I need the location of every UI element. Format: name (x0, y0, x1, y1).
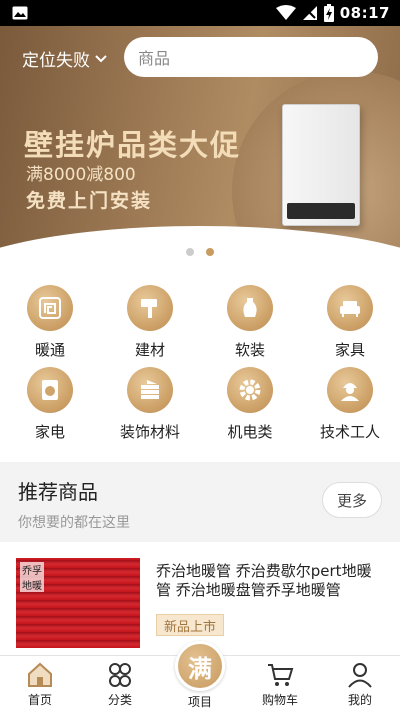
wifi-icon (275, 5, 296, 20)
recommend-section-header: 推荐商品 你想要的都在这里 更多 (0, 462, 400, 542)
heating-icon (27, 285, 73, 331)
tab-label: 首页 (27, 693, 52, 707)
category-building-materials[interactable]: 建材 (105, 285, 195, 360)
category-label: 装饰材料 (119, 423, 180, 441)
gear-icon (227, 367, 273, 413)
category-label: 机电类 (227, 423, 273, 441)
tab-cart[interactable]: 购物车 (240, 662, 320, 708)
app-screen: 08:17 壁挂炉品类大促 满8000减800 免费上门安装 定位失败 商品 暖… (0, 0, 400, 711)
status-bar: 08:17 (0, 0, 400, 26)
product-image-text: 乔孚 地暖 (20, 562, 44, 592)
tab-label: 分类 (107, 693, 132, 707)
search-placeholder: 商品 (138, 49, 171, 68)
category-label: 软装 (234, 341, 265, 359)
category-label: 家电 (34, 423, 65, 441)
vase-icon (227, 285, 273, 331)
carousel-dot[interactable] (186, 248, 194, 256)
tab-label: 购物车 (261, 693, 298, 707)
tab-label: 项目 (187, 695, 212, 709)
banner-promo: 满8000减800 (26, 165, 136, 185)
location-selector[interactable]: 定位失败 (22, 46, 108, 71)
carousel-dot-active[interactable] (206, 248, 214, 256)
clock: 08:17 (339, 4, 390, 22)
carousel-indicator (186, 248, 214, 256)
category-soft-decor[interactable]: 软装 (205, 285, 295, 360)
boiler-image (282, 104, 360, 226)
home-icon (28, 662, 52, 687)
no-signal-icon (302, 6, 317, 20)
category-icon (109, 663, 131, 687)
category-label: 暖通 (34, 341, 65, 359)
tab-project[interactable]: 项目 (160, 690, 240, 710)
tab-home[interactable]: 首页 (0, 662, 80, 708)
banner-headline: 壁挂炉品类大促 (24, 128, 242, 162)
search-input[interactable]: 商品 (124, 37, 378, 77)
category-grid: 暖通 建材 软装 家具 家电 装饰材料 机电类 技术工人 (0, 260, 400, 462)
tab-label: 我的 (347, 693, 372, 707)
category-label: 建材 (134, 341, 165, 359)
paint-brush-icon (127, 285, 173, 331)
category-technicians[interactable]: 技术工人 (305, 367, 395, 442)
worker-icon (327, 367, 373, 413)
section-title: 推荐商品 (18, 480, 98, 504)
category-label: 家具 (334, 341, 365, 359)
category-label: 技术工人 (319, 423, 380, 441)
project-center-button[interactable]: 满 (175, 641, 225, 691)
tab-category[interactable]: 分类 (80, 662, 160, 708)
location-label: 定位失败 (22, 51, 90, 71)
chevron-down-icon (95, 54, 107, 62)
project-icon: 满 (188, 654, 212, 683)
category-furniture[interactable]: 家具 (305, 285, 395, 360)
tiles-icon (127, 367, 173, 413)
category-electromechanical[interactable]: 机电类 (205, 367, 295, 442)
user-icon (348, 663, 372, 688)
battery-charging-icon (323, 4, 334, 22)
image-notification-icon (12, 6, 28, 20)
section-subtitle: 你想要的都在这里 (18, 515, 130, 531)
more-button[interactable]: 更多 (322, 482, 382, 518)
category-decoration-materials[interactable]: 装饰材料 (105, 367, 195, 442)
cart-icon (268, 664, 294, 686)
product-badge: 新品上市 (156, 614, 225, 636)
product-image: 乔孚 地暖 (16, 558, 140, 648)
category-heating[interactable]: 暖通 (5, 285, 95, 360)
sofa-icon (327, 285, 373, 331)
category-appliances[interactable]: 家电 (5, 367, 95, 442)
banner-install-text: 免费上门安装 (26, 190, 153, 212)
washing-machine-icon (27, 367, 73, 413)
tab-mine[interactable]: 我的 (320, 662, 400, 708)
product-name: 乔治地暖管 乔治费歇尔pert地暖管 乔治地暖盘管乔孚地暖管 (156, 562, 372, 599)
